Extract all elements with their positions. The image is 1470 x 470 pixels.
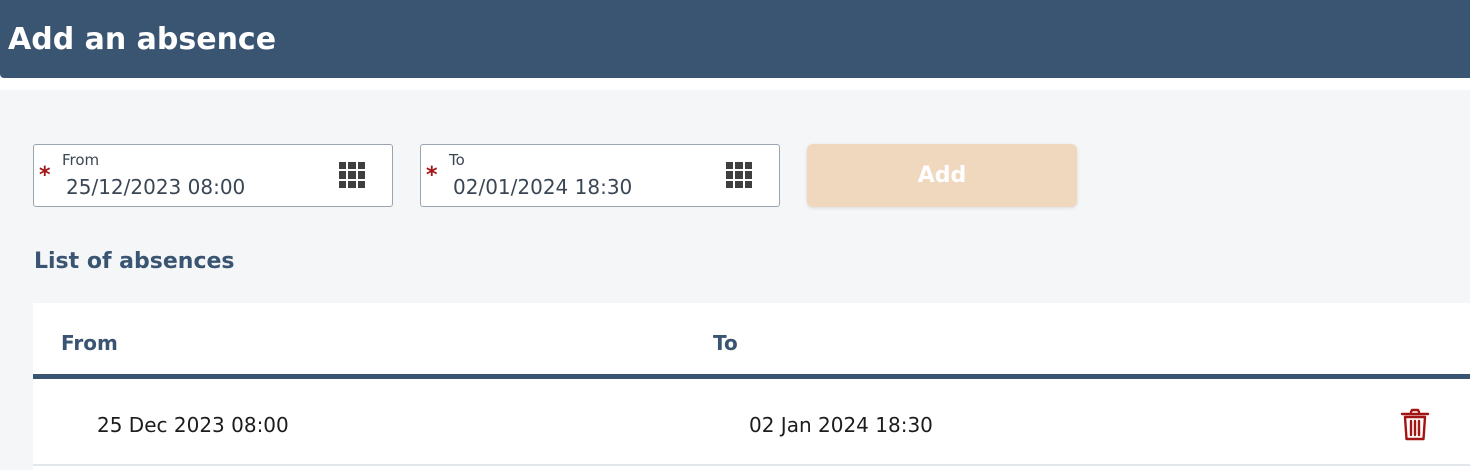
add-button[interactable]: Add [807, 144, 1077, 207]
from-field-label: From [62, 151, 100, 169]
table-row: 25 Dec 2023 08:00 02 Jan 2024 18:30 [33, 384, 1470, 466]
absence-panel: * From 25/12/2023 08:00 * To 02/01/2024 … [0, 90, 1470, 470]
page-title: Add an absence [8, 22, 277, 57]
to-date-field[interactable]: * To 02/01/2024 18:30 [420, 144, 780, 207]
to-field-value[interactable]: 02/01/2024 18:30 [453, 175, 632, 199]
to-field-label: To [449, 151, 465, 169]
from-date-field[interactable]: * From 25/12/2023 08:00 [33, 144, 393, 207]
list-title: List of absences [34, 249, 235, 274]
absences-table: From To 25 Dec 2023 08:00 02 Jan 2024 18… [33, 303, 1470, 470]
column-header-to: To [713, 331, 738, 355]
required-marker: * [39, 163, 51, 188]
page-header: Add an absence [0, 0, 1470, 78]
column-header-from: From [61, 331, 118, 355]
calendar-icon[interactable] [339, 162, 365, 188]
from-field-value[interactable]: 25/12/2023 08:00 [66, 175, 245, 199]
table-header: From To [33, 303, 1470, 379]
required-marker: * [426, 163, 438, 188]
row-to-cell: 02 Jan 2024 18:30 [749, 413, 933, 437]
row-from-cell: 25 Dec 2023 08:00 [97, 413, 289, 437]
calendar-icon[interactable] [726, 162, 752, 188]
trash-icon[interactable] [1400, 408, 1430, 442]
